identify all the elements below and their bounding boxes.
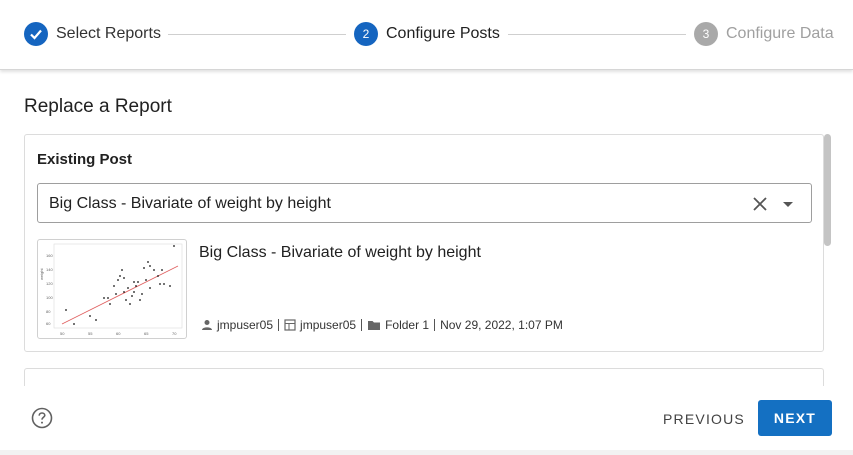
clear-icon[interactable] [751,195,769,213]
step-connector [168,34,346,35]
author-name: jmpuser05 [217,318,274,332]
thumb-y-tick: 140 [46,267,53,272]
stepper: Select Reports 2 Configure Posts 3 Confi… [0,0,853,70]
post-thumbnail[interactable]: weight 160 140 120 100 80 60 50 55 60 65… [37,239,187,339]
thumb-x-tick: 65 [144,331,149,336]
step-connector [508,34,686,35]
thumb-x-tick: 50 [60,331,65,336]
scatter-thumbnail: weight 160 140 120 100 80 60 50 55 60 65… [39,243,183,336]
page-title: Replace a Report [24,96,172,117]
person-icon [202,320,212,330]
meta-author: jmpuser05 [201,318,273,332]
check-icon [24,22,48,46]
step-configure-data: 3 Configure Data [694,21,834,47]
thumb-y-tick: 100 [46,295,53,300]
help-circle-icon[interactable] [31,407,53,429]
post-title: Big Class - Bivariate of weight by heigh… [199,244,481,261]
step-number: 2 [354,22,378,46]
previous-button[interactable]: PREVIOUS [660,402,748,436]
select-value: Big Class - Bivariate of weight by heigh… [49,195,331,212]
meta-divider [278,319,280,331]
step-label: Select Reports [56,25,161,42]
meta-divider [434,319,436,331]
thumb-y-tick: 60 [46,321,51,326]
chevron-down-icon[interactable] [781,197,795,211]
post-metadata: jmpuser05 jmpuser05 Folder 1 Nov 29, 202… [201,318,563,332]
section-title: Existing Post [37,151,133,168]
fit-line [61,265,179,325]
dialog-footer: PREVIOUS NEXT [0,386,853,455]
thumb-y-label: weight [39,268,44,280]
step-configure-posts[interactable]: 2 Configure Posts [354,21,500,47]
step-label: Configure Posts [386,25,500,42]
meta-divider [361,319,363,331]
folder-name: Folder 1 [385,318,430,332]
step-select-reports[interactable]: Select Reports [24,21,161,47]
thumb-y-tick: 80 [46,309,51,314]
thumb-y-tick: 160 [46,253,53,258]
thumb-x-tick: 70 [172,331,177,336]
next-button[interactable]: NEXT [758,400,832,436]
step-number: 3 [694,22,718,46]
thumb-x-tick: 60 [116,331,121,336]
meta-space: jmpuser05 [284,318,356,332]
meta-folder: Folder 1 [367,318,429,332]
space-name: jmpuser05 [300,318,357,332]
scrollbar-thumb[interactable] [824,134,831,246]
next-post-card [24,368,824,388]
bottom-edge [0,450,853,455]
post-date: Nov 29, 2022, 1:07 PM [440,318,563,332]
thumb-y-tick: 120 [46,281,53,286]
existing-post-card: Existing Post Big Class - Bivariate of w… [24,134,824,352]
folder-icon [368,321,381,330]
step-label: Configure Data [726,25,834,42]
space-icon [284,319,296,331]
existing-post-select[interactable]: Big Class - Bivariate of weight by heigh… [37,183,812,223]
thumb-x-tick: 55 [88,331,93,336]
